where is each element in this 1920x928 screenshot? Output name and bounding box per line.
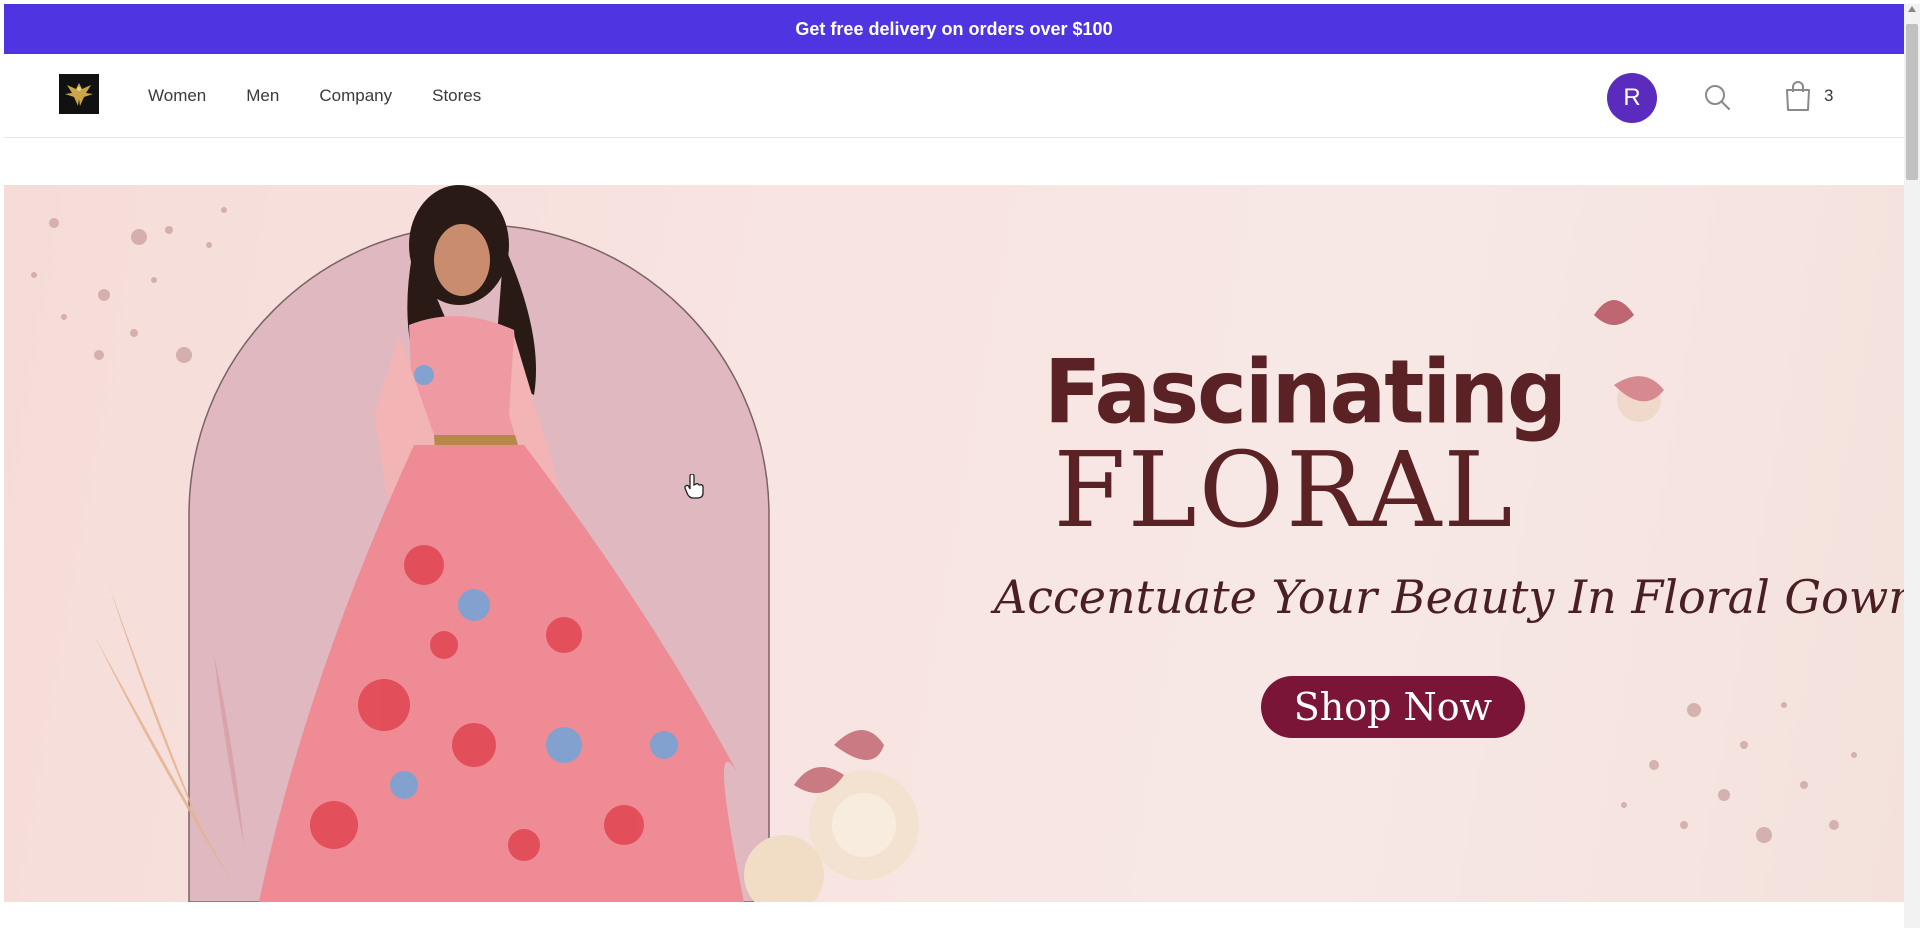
promo-banner: Get free delivery on orders over $100 [4,4,1904,54]
logo[interactable] [59,74,99,114]
scroll-up-arrow-icon[interactable] [1908,6,1916,12]
hero-headline: Fascinating FLORAL [1044,340,1567,551]
hero-banner: Fascinating FLORAL Accentuate Your Beaut… [4,185,1904,902]
nav-men[interactable]: Men [246,86,279,106]
vertical-scrollbar[interactable] [1904,4,1920,928]
site-header: Women Men Company Stores R 3 [4,54,1904,138]
main-nav: Women Men Company Stores [148,54,481,138]
promo-text: Get free delivery on orders over $100 [795,18,1113,39]
search-button[interactable] [1701,81,1733,113]
avatar-initial: R [1623,84,1641,111]
nav-company[interactable]: Company [319,86,392,106]
shopping-bag-icon [1786,81,1810,111]
cart-button[interactable]: 3 [1784,78,1833,114]
nav-stores[interactable]: Stores [432,86,481,106]
nav-women[interactable]: Women [148,86,206,106]
hero-title-line2: FLORAL [1053,429,1515,551]
search-icon [1705,85,1730,110]
model-in-floral-gown-image [31,185,1857,902]
shop-now-button[interactable]: Shop Now [1261,676,1525,738]
eagle-logo-icon [65,83,93,106]
hero-tagline: Accentuate Your Beauty In Floral Gowns. [994,570,1904,624]
user-avatar[interactable]: R [1607,73,1657,123]
hand-cursor-icon [684,474,704,499]
hero-title-line1: Fascinating [1044,340,1567,444]
page: Get free delivery on orders over $100 Wo… [4,4,1904,928]
scroll-thumb[interactable] [1906,24,1918,180]
cart-count: 3 [1824,86,1834,105]
